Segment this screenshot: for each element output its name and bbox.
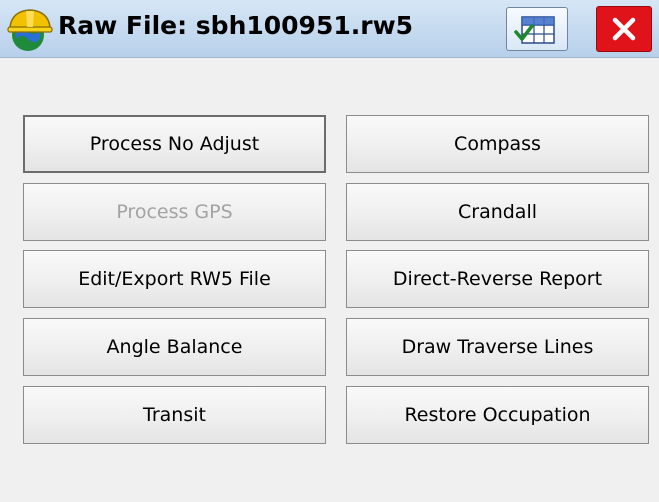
compass-button[interactable]: Compass (346, 115, 649, 173)
window-title: Raw File: sbh100951.rw5 (58, 11, 414, 40)
restore-occupation-button[interactable]: Restore Occupation (346, 386, 649, 444)
angle-balance-button[interactable]: Angle Balance (23, 318, 326, 376)
hardhat-globe-icon (7, 9, 53, 51)
crandall-button[interactable]: Crandall (346, 183, 649, 241)
direct-reverse-report-button[interactable]: Direct-Reverse Report (346, 250, 649, 308)
transit-button[interactable]: Transit (23, 386, 326, 444)
title-bar: Raw File: sbh100951.rw5 (0, 0, 659, 58)
menu-button[interactable] (506, 7, 568, 51)
process-gps-button[interactable]: Process GPS (23, 183, 326, 241)
edit-export-rw5-button[interactable]: Edit/Export RW5 File (23, 250, 326, 308)
draw-traverse-lines-button[interactable]: Draw Traverse Lines (346, 318, 649, 376)
close-x-icon (612, 17, 636, 41)
checklist-grid-icon (514, 16, 555, 44)
close-button[interactable] (596, 6, 652, 52)
process-no-adjust-button[interactable]: Process No Adjust (23, 115, 326, 173)
